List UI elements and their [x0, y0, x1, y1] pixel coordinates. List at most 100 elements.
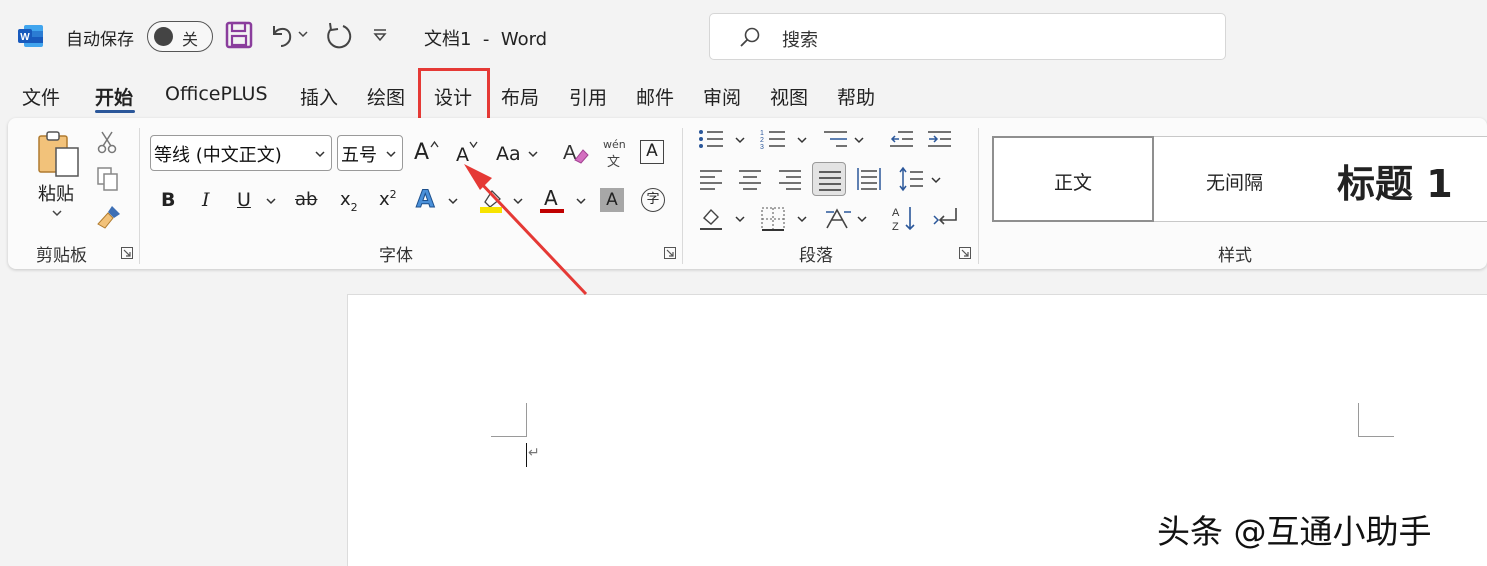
tab-home[interactable]: 开始: [95, 83, 133, 110]
crop-mark: [491, 436, 527, 437]
tab-help[interactable]: 帮助: [837, 83, 875, 110]
group-separator: [978, 128, 979, 264]
paragraph-group-label: 段落: [799, 246, 833, 266]
chevron-down-icon[interactable]: [931, 176, 941, 184]
redo-icon[interactable]: [323, 21, 353, 51]
style-heading-1-label: 标题 1: [1337, 162, 1453, 206]
autosave-toggle[interactable]: 关: [147, 21, 213, 52]
character-border-button[interactable]: A: [640, 140, 664, 164]
undo-icon[interactable]: [268, 21, 296, 49]
search-placeholder: 搜索: [782, 30, 818, 51]
style-no-spacing[interactable]: 无间隔: [1154, 136, 1317, 222]
sort-icon[interactable]: AZ: [891, 204, 917, 232]
show-formatting-marks-icon[interactable]: [932, 206, 960, 230]
tab-view[interactable]: 视图: [770, 83, 808, 110]
tab-mailings[interactable]: 邮件: [636, 83, 674, 110]
text-effects-button[interactable]: A: [416, 185, 436, 214]
search-box[interactable]: 搜索: [709, 13, 1226, 60]
svg-text:1: 1: [760, 130, 764, 137]
font-name-select[interactable]: 等线 (中文正文): [150, 135, 332, 171]
enclose-characters-button[interactable]: 字: [641, 188, 665, 212]
watermark: 头条 @互通小助手: [1157, 512, 1432, 551]
svg-text:Z: Z: [892, 221, 899, 232]
svg-text:W: W: [20, 32, 30, 43]
styles-group-label: 样式: [1218, 246, 1252, 266]
underline-button[interactable]: U: [237, 189, 251, 211]
paste-icon[interactable]: [36, 130, 82, 178]
bullets-icon[interactable]: [698, 128, 724, 150]
chevron-down-icon[interactable]: [735, 136, 745, 144]
grow-font-button[interactable]: A: [414, 140, 429, 165]
phonetic-guide-bottom[interactable]: 文: [607, 151, 620, 170]
superscript-button[interactable]: x2: [379, 188, 397, 210]
increase-indent-icon[interactable]: [926, 128, 952, 150]
search-icon: [740, 27, 760, 47]
ribbon: 粘贴 剪贴板 等线 (中文正文) 五号 A A Aa A wén 文 A B I…: [8, 118, 1487, 269]
clipboard-launcher-icon[interactable]: [121, 247, 133, 259]
customize-toolbar-icon[interactable]: [372, 28, 388, 42]
word-logo-icon[interactable]: W: [18, 24, 44, 48]
copy-icon[interactable]: [96, 166, 120, 192]
undo-dropdown-icon[interactable]: [297, 28, 309, 40]
multilevel-list-icon[interactable]: [822, 128, 848, 150]
active-tab-indicator: [95, 110, 135, 113]
distributed-icon[interactable]: [856, 166, 882, 192]
title-bar: W 自动保存 关 文档1 - Word 搜索: [0, 0, 1487, 72]
chevron-down-icon[interactable]: [797, 136, 807, 144]
tab-review[interactable]: 审阅: [703, 83, 741, 110]
line-spacing-icon[interactable]: [898, 166, 924, 192]
align-left-icon[interactable]: [698, 168, 724, 190]
font-size-select[interactable]: 五号: [337, 135, 403, 171]
decrease-indent-icon[interactable]: [888, 128, 914, 150]
paste-dropdown-icon[interactable]: [51, 208, 63, 218]
document-title: 文档1 - Word: [424, 29, 548, 50]
subscript-button[interactable]: x2: [340, 189, 358, 214]
chevron-down-icon[interactable]: [797, 215, 807, 223]
character-shading-button[interactable]: A: [600, 188, 624, 212]
chevron-down-icon[interactable]: [857, 215, 867, 223]
align-center-icon[interactable]: [737, 168, 763, 190]
tab-file[interactable]: 文件: [22, 83, 60, 110]
paste-label[interactable]: 粘贴: [38, 180, 74, 206]
font-group-label: 字体: [379, 246, 413, 266]
chevron-down-icon[interactable]: [266, 197, 276, 205]
shading-icon[interactable]: [698, 206, 724, 232]
tab-draw[interactable]: 绘图: [367, 83, 405, 110]
phonetic-guide-top[interactable]: wén: [603, 138, 626, 151]
tab-officeplus[interactable]: OfficePLUS: [165, 83, 268, 105]
chinese-layout-icon[interactable]: [824, 206, 852, 232]
subscript-base: x: [340, 189, 351, 210]
paragraph-mark: ↵: [528, 445, 540, 461]
numbering-icon[interactable]: 123: [760, 128, 786, 150]
bold-button[interactable]: B: [161, 189, 175, 211]
strikethrough-button[interactable]: ab: [295, 189, 317, 210]
justify-button[interactable]: [812, 162, 846, 196]
crop-mark: [1358, 403, 1359, 437]
subscript-digit: 2: [350, 201, 358, 214]
chevron-down-icon[interactable]: [735, 215, 745, 223]
align-right-icon[interactable]: [777, 168, 803, 190]
tab-insert[interactable]: 插入: [300, 83, 338, 110]
crop-mark: [526, 403, 527, 437]
group-separator: [682, 128, 683, 264]
tab-references[interactable]: 引用: [569, 83, 607, 110]
tab-layout[interactable]: 布局: [501, 83, 539, 110]
superscript-digit: 2: [389, 188, 397, 201]
shrink-caret-icon: [469, 141, 478, 148]
italic-button[interactable]: I: [202, 189, 210, 211]
format-painter-icon[interactable]: [96, 204, 122, 230]
crop-mark: [1358, 436, 1394, 437]
style-normal[interactable]: 正文: [992, 136, 1154, 222]
clipboard-group-label: 剪贴板: [36, 246, 87, 266]
autosave-label: 自动保存: [66, 30, 134, 50]
paragraph-launcher-icon[interactable]: [959, 247, 971, 259]
style-no-spacing-label: 无间隔: [1206, 172, 1264, 194]
cut-icon[interactable]: [96, 130, 118, 154]
autosave-state: 关: [182, 30, 199, 49]
font-launcher-icon[interactable]: [664, 247, 676, 259]
superscript-base: x: [379, 189, 390, 210]
style-heading-1[interactable]: 标题 1: [1317, 136, 1487, 222]
borders-icon[interactable]: [760, 206, 786, 232]
chevron-down-icon[interactable]: [854, 136, 864, 144]
save-icon[interactable]: [225, 21, 253, 49]
